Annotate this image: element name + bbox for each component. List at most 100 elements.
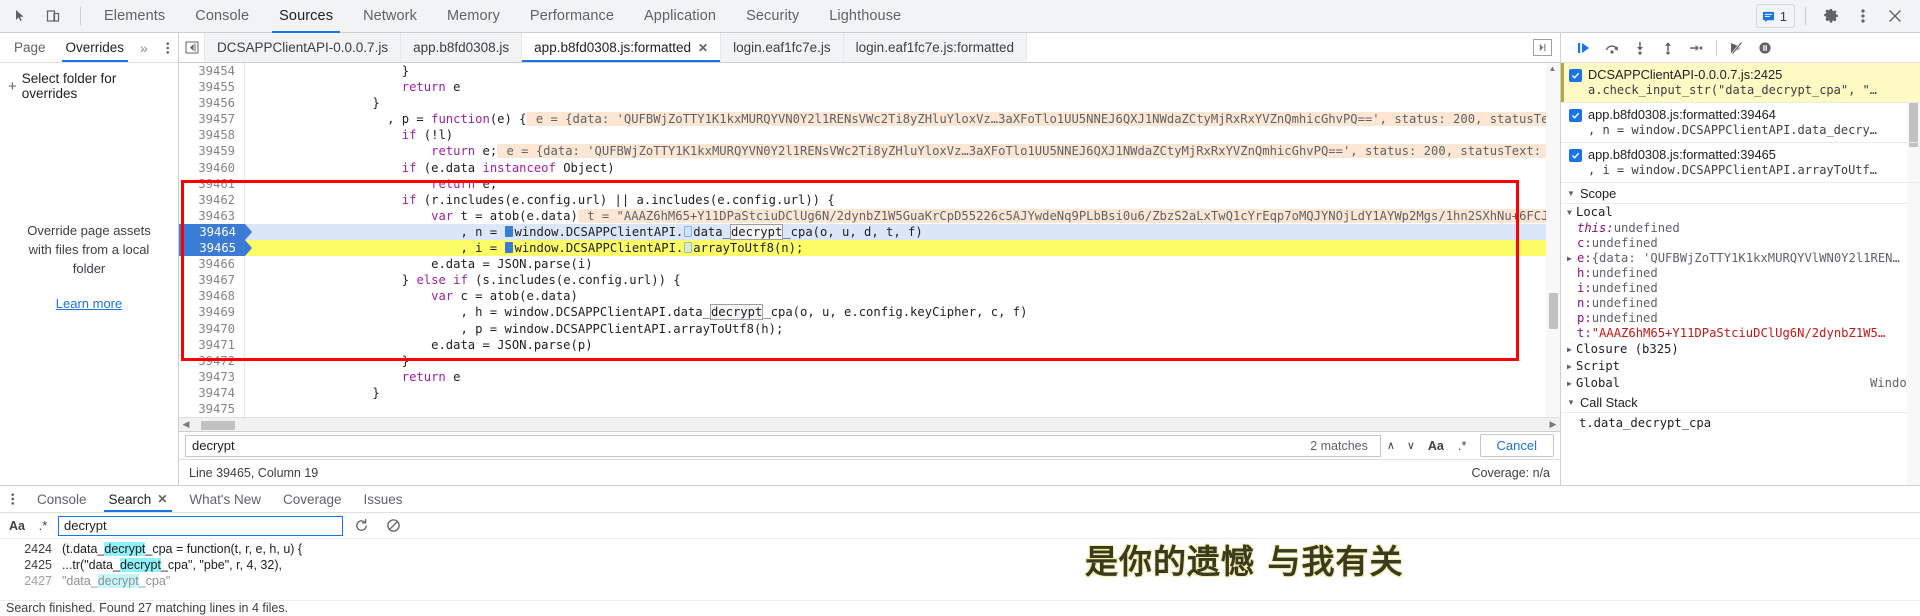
- breakpoint-item[interactable]: app.b8fd0308.js:formatted:39464, n = win…: [1561, 103, 1920, 143]
- file-tab-app-js-formatted[interactable]: app.b8fd0308.js:formatted ✕: [522, 33, 722, 62]
- code-line[interactable]: 39456 }: [179, 95, 1560, 112]
- nav-tab-page[interactable]: Page: [4, 33, 56, 62]
- navigator-toggle-icon[interactable]: [179, 33, 205, 62]
- breakpoint-item[interactable]: DCSAPPClientAPI-0.0.0.7.js:2425 a.check_i…: [1561, 63, 1920, 103]
- close-icon[interactable]: [1880, 3, 1910, 29]
- line-content[interactable]: if (r.includes(e.config.url) || a.includ…: [245, 192, 1560, 208]
- nav-tab-more-icon[interactable]: »: [134, 33, 154, 62]
- code-line[interactable]: 39459 return e; e = {data: 'QUFBWjZoTTY1…: [179, 143, 1560, 160]
- code-line[interactable]: 39470 , p = window.DCSAPPClientAPI.array…: [179, 320, 1560, 337]
- scope-variable-row[interactable]: h: undefined: [1561, 266, 1920, 281]
- clear-icon[interactable]: [379, 518, 407, 533]
- line-number[interactable]: 39470: [179, 320, 245, 337]
- callstack-frame[interactable]: t.data_decrypt_cpa: [1561, 413, 1920, 433]
- scope-variable-row[interactable]: i: undefined: [1561, 281, 1920, 296]
- line-number[interactable]: 39466: [179, 256, 245, 273]
- code-line[interactable]: 39455 return e: [179, 79, 1560, 96]
- line-number[interactable]: 39465: [179, 240, 245, 257]
- hscroll-right-icon[interactable]: ▶: [1546, 419, 1560, 430]
- scope-group-row[interactable]: ▶ Global Window: [1561, 375, 1920, 392]
- line-number[interactable]: 39456: [179, 95, 245, 112]
- code-line[interactable]: 39454 }: [179, 63, 1560, 80]
- drawer-tab-issues[interactable]: Issues: [353, 486, 414, 512]
- line-content[interactable]: }: [245, 95, 1560, 111]
- scope-variable-row[interactable]: this: undefined: [1561, 221, 1920, 236]
- refresh-icon[interactable]: [347, 518, 375, 533]
- kebab-icon[interactable]: [1848, 3, 1878, 29]
- code-line[interactable]: 39465 , i = window.DCSAPPClientAPI. array…: [179, 240, 1560, 257]
- callstack-section-header[interactable]: ▼ Call Stack: [1561, 392, 1920, 413]
- tab-elements[interactable]: Elements: [89, 0, 180, 33]
- tab-console[interactable]: Console: [180, 0, 264, 33]
- code-line[interactable]: 39457 , p = function(e) { e = {data: 'QU…: [179, 111, 1560, 128]
- drawer-kebab-icon[interactable]: [0, 486, 26, 512]
- code-line[interactable]: 39467 } else if (s.includes(e.config.url…: [179, 272, 1560, 289]
- editor-vertical-scrollbar[interactable]: ▲ ▼: [1546, 63, 1560, 431]
- variable-expand-icon[interactable]: ▶: [1567, 251, 1577, 266]
- code-line[interactable]: 39463 var t = atob(e.data) t = "AAAZ6hM6…: [179, 207, 1560, 224]
- scope-variable-row[interactable]: ▶ e: {data: 'QUFBWjZoTTY1K1kxMURQYVlWN0Y2…: [1561, 251, 1920, 266]
- breakpoint-checkbox[interactable]: [1569, 149, 1582, 162]
- tab-lighthouse[interactable]: Lighthouse: [814, 0, 916, 33]
- deactivate-breakpoints-icon[interactable]: [1724, 36, 1750, 60]
- line-content[interactable]: , p = window.DCSAPPClientAPI.arrayToUtf8…: [245, 321, 1560, 337]
- search-match-case-button[interactable]: Aa: [6, 519, 28, 533]
- line-number[interactable]: 39457: [179, 111, 245, 128]
- device-toolbar-icon[interactable]: [38, 3, 68, 29]
- scope-variable-row[interactable]: c: undefined: [1561, 236, 1920, 251]
- line-number[interactable]: 39467: [179, 272, 245, 289]
- line-content[interactable]: }: [245, 385, 1560, 401]
- tab-security[interactable]: Security: [731, 0, 814, 33]
- line-content[interactable]: return e: [245, 369, 1560, 385]
- scope-section-header[interactable]: ▼ Scope: [1561, 183, 1920, 204]
- search-result-row[interactable]: 2427 "data_decrypt_cpa": [0, 573, 1920, 589]
- line-number[interactable]: 39462: [179, 191, 245, 208]
- line-number[interactable]: 39469: [179, 304, 245, 321]
- scroll-up-icon[interactable]: ▲: [1548, 64, 1557, 73]
- drawer-tab-search-close-icon[interactable]: ✕: [157, 492, 167, 506]
- step-out-icon[interactable]: [1655, 36, 1681, 60]
- tab-performance[interactable]: Performance: [515, 0, 629, 33]
- file-tab-app-js[interactable]: app.b8fd0308.js: [401, 33, 523, 62]
- code-line[interactable]: 39464 , n = window.DCSAPPClientAPI. data_…: [179, 223, 1560, 241]
- pause-on-exceptions-icon[interactable]: [1752, 36, 1778, 60]
- line-content[interactable]: } else if (s.includes(e.config.url)) {: [245, 272, 1560, 288]
- file-tab-login-js-formatted[interactable]: login.eaf1fc7e.js:formatted: [843, 33, 1028, 62]
- code-line[interactable]: 39471 e.data = JSON.parse(p): [179, 336, 1560, 353]
- hscroll-left-icon[interactable]: ◀: [179, 419, 193, 430]
- line-content[interactable]: return e;: [245, 176, 1560, 192]
- code-line[interactable]: 39462 if (r.includes(e.config.url) || a.…: [179, 191, 1560, 208]
- file-tab-login-js[interactable]: login.eaf1fc7e.js: [721, 33, 844, 62]
- code-line[interactable]: 39472 }: [179, 352, 1560, 369]
- line-content[interactable]: return e; e = {data: 'QUFBWjZoTTY1K1kxMU…: [245, 143, 1560, 159]
- more-tabs-icon[interactable]: [1533, 39, 1552, 56]
- code-line[interactable]: 39468 var c = atob(e.data): [179, 288, 1560, 305]
- line-content[interactable]: var t = atob(e.data) t = "AAAZ6hM65+Y11D…: [245, 208, 1560, 224]
- search-results-list[interactable]: 2424 (t.data_decrypt_cpa = function(t, r,…: [0, 539, 1920, 600]
- code-line[interactable]: 39458 if (!l): [179, 127, 1560, 144]
- line-number[interactable]: 39474: [179, 384, 245, 401]
- code-editor[interactable]: 39454 } 39455 return e 39456 } 39457 , p = …: [179, 63, 1560, 417]
- code-line[interactable]: 39473 return e: [179, 368, 1560, 385]
- find-regex-button[interactable]: .*: [1451, 438, 1474, 453]
- line-number[interactable]: 39454: [179, 63, 245, 80]
- drawer-tab-console[interactable]: Console: [26, 486, 98, 512]
- drawer-tab-whats-new[interactable]: What's New: [178, 486, 272, 512]
- line-number[interactable]: 39455: [179, 79, 245, 96]
- line-number[interactable]: 39473: [179, 368, 245, 385]
- navigator-kebab-icon[interactable]: [157, 33, 179, 62]
- scope-variable-row[interactable]: t: "AAAZ6hM65+Y11DPaStciuDClUg6N/2dynbZ1…: [1561, 326, 1920, 341]
- line-content[interactable]: e.data = JSON.parse(p): [245, 337, 1560, 353]
- line-number[interactable]: 39468: [179, 288, 245, 305]
- breakpoint-item[interactable]: app.b8fd0308.js:formatted:39465, i = win…: [1561, 143, 1920, 183]
- tab-network[interactable]: Network: [348, 0, 432, 33]
- line-number[interactable]: 39464: [179, 223, 245, 241]
- line-number[interactable]: 39460: [179, 159, 245, 176]
- search-result-row[interactable]: [0, 539, 1920, 541]
- line-content[interactable]: , i = window.DCSAPPClientAPI. arrayToUtf8…: [245, 240, 1560, 257]
- scope-group-row[interactable]: ▶ Script: [1561, 358, 1920, 375]
- file-tab-dcsappclientapi[interactable]: DCSAPPClientAPI-0.0.0.7.js: [205, 33, 402, 62]
- file-tab-2-close-icon[interactable]: ✕: [698, 41, 708, 55]
- step-icon[interactable]: [1683, 36, 1709, 60]
- line-content[interactable]: return e: [245, 79, 1560, 95]
